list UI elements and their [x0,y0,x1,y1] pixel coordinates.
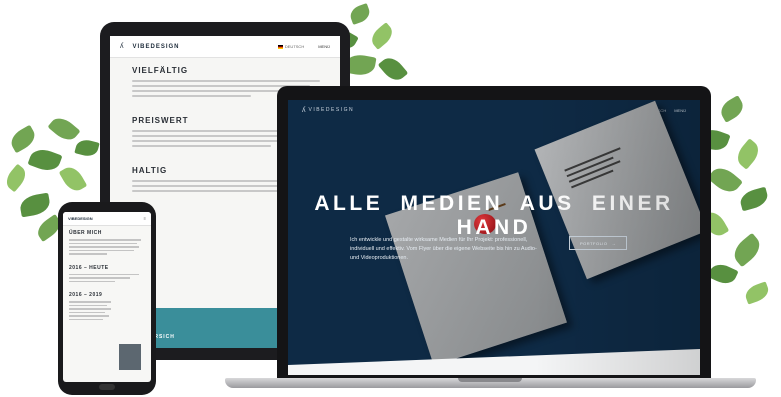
phone-section-heading: ÜBER MICH [69,230,102,236]
portfolio-button[interactable]: PORTFOLIO → [569,236,627,250]
phone-section-2: 2016 – HEUTE [63,259,151,287]
portfolio-button-label: PORTFOLIO [579,240,608,246]
laptop-device: ʎ VIBEDESIGN DEUTSCH MENÜ ALLE MEDIEN AU… [277,86,711,378]
arrow-right-icon: → [611,240,617,246]
device-mockup-scene: ʎ VIBEDESIGN DEUTSCH MENÜ VIELFÄLTIG PRE… [0,0,781,397]
tablet-lang-label: DEUTSCH [284,44,305,49]
tablet-logo[interactable]: VIBEDESIGN [133,44,180,50]
tablet-navbar: ʎ VIBEDESIGN DEUTSCH MENÜ [110,36,340,58]
phone-device: VIBEDESIGN ≡ ÜBER MICH 2016 – HEUTE 2016… [58,202,156,395]
phone-screen: VIBEDESIGN ≡ ÜBER MICH 2016 – HEUTE 2016… [63,212,151,382]
card-address-lines [564,147,627,189]
phone-speaker [99,384,115,390]
german-flag-icon [277,44,283,49]
phone-portrait-thumbnail [119,344,141,370]
laptop-logo[interactable]: VIBEDESIGN [309,107,355,113]
phone-section-heading: 2016 – 2019 [69,292,103,298]
laptop-screen: ʎ VIBEDESIGN DEUTSCH MENÜ ALLE MEDIEN AU… [288,100,700,375]
phone-section-1: ÜBER MICH [63,226,151,259]
phone-navbar: VIBEDESIGN ≡ [63,212,151,226]
hero-copy: Ich entwickle und gestalte wirksame Medi… [350,237,537,261]
business-card-back [534,100,700,280]
laptop-menu-button[interactable]: MENÜ [674,108,686,113]
laptop-hinge-notch [458,378,522,382]
hero-title: ALLE MEDIEN AUS EINER HAND [314,192,674,239]
hero-bottom-slant [288,349,700,375]
hamburger-menu-icon[interactable]: ≡ [144,216,146,221]
tablet-language-switch[interactable]: DEUTSCH [277,44,305,49]
tablet-section-heading: VIELFÄLTIG [132,66,189,75]
phone-section-heading: 2016 – HEUTE [69,264,109,271]
tablet-menu-button[interactable]: MENÜ [318,44,330,49]
phone-section-3: 2016 – 2019 [63,286,151,324]
logo-mark-icon: ʎ [302,106,306,114]
phone-logo[interactable]: VIBEDESIGN [68,216,93,221]
logo-mark-icon: ʎ [120,43,124,50]
